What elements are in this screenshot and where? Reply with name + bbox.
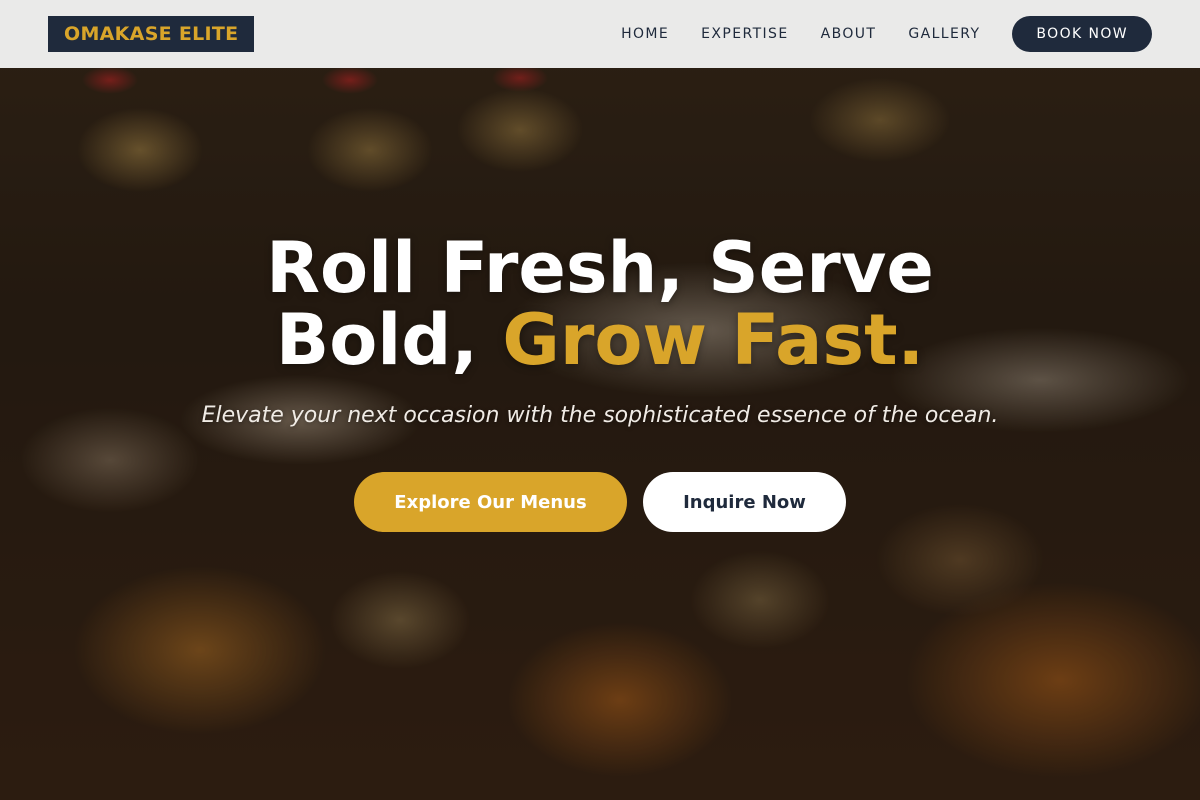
- top-navbar: OMAKASE ELITE HOME EXPERTISE ABOUT GALLE…: [0, 0, 1200, 68]
- hero-section: Roll Fresh, Serve Bold, Grow Fast. Eleva…: [0, 232, 1200, 532]
- hero-subtitle: Elevate your next occasion with the soph…: [201, 403, 999, 428]
- nav-link-gallery[interactable]: GALLERY: [908, 26, 980, 42]
- hero-cta-row: Explore Our Menus Inquire Now: [0, 472, 1200, 532]
- headline-line-1: Roll Fresh, Serve: [266, 227, 934, 309]
- nav-link-home[interactable]: HOME: [621, 26, 669, 42]
- nav-link-expertise[interactable]: EXPERTISE: [701, 26, 788, 42]
- explore-menus-button[interactable]: Explore Our Menus: [354, 472, 627, 532]
- inquire-now-button[interactable]: Inquire Now: [643, 472, 846, 532]
- nav-link-about[interactable]: ABOUT: [821, 26, 877, 42]
- headline-line-2-plain: Bold,: [275, 299, 478, 381]
- book-now-button[interactable]: BOOK NOW: [1012, 16, 1152, 52]
- headline-accent: Grow Fast.: [502, 299, 925, 381]
- hero-headline: Roll Fresh, Serve Bold, Grow Fast.: [0, 232, 1200, 376]
- brand-logo[interactable]: OMAKASE ELITE: [48, 16, 255, 52]
- main-nav: HOME EXPERTISE ABOUT GALLERY BOOK NOW: [589, 16, 1152, 52]
